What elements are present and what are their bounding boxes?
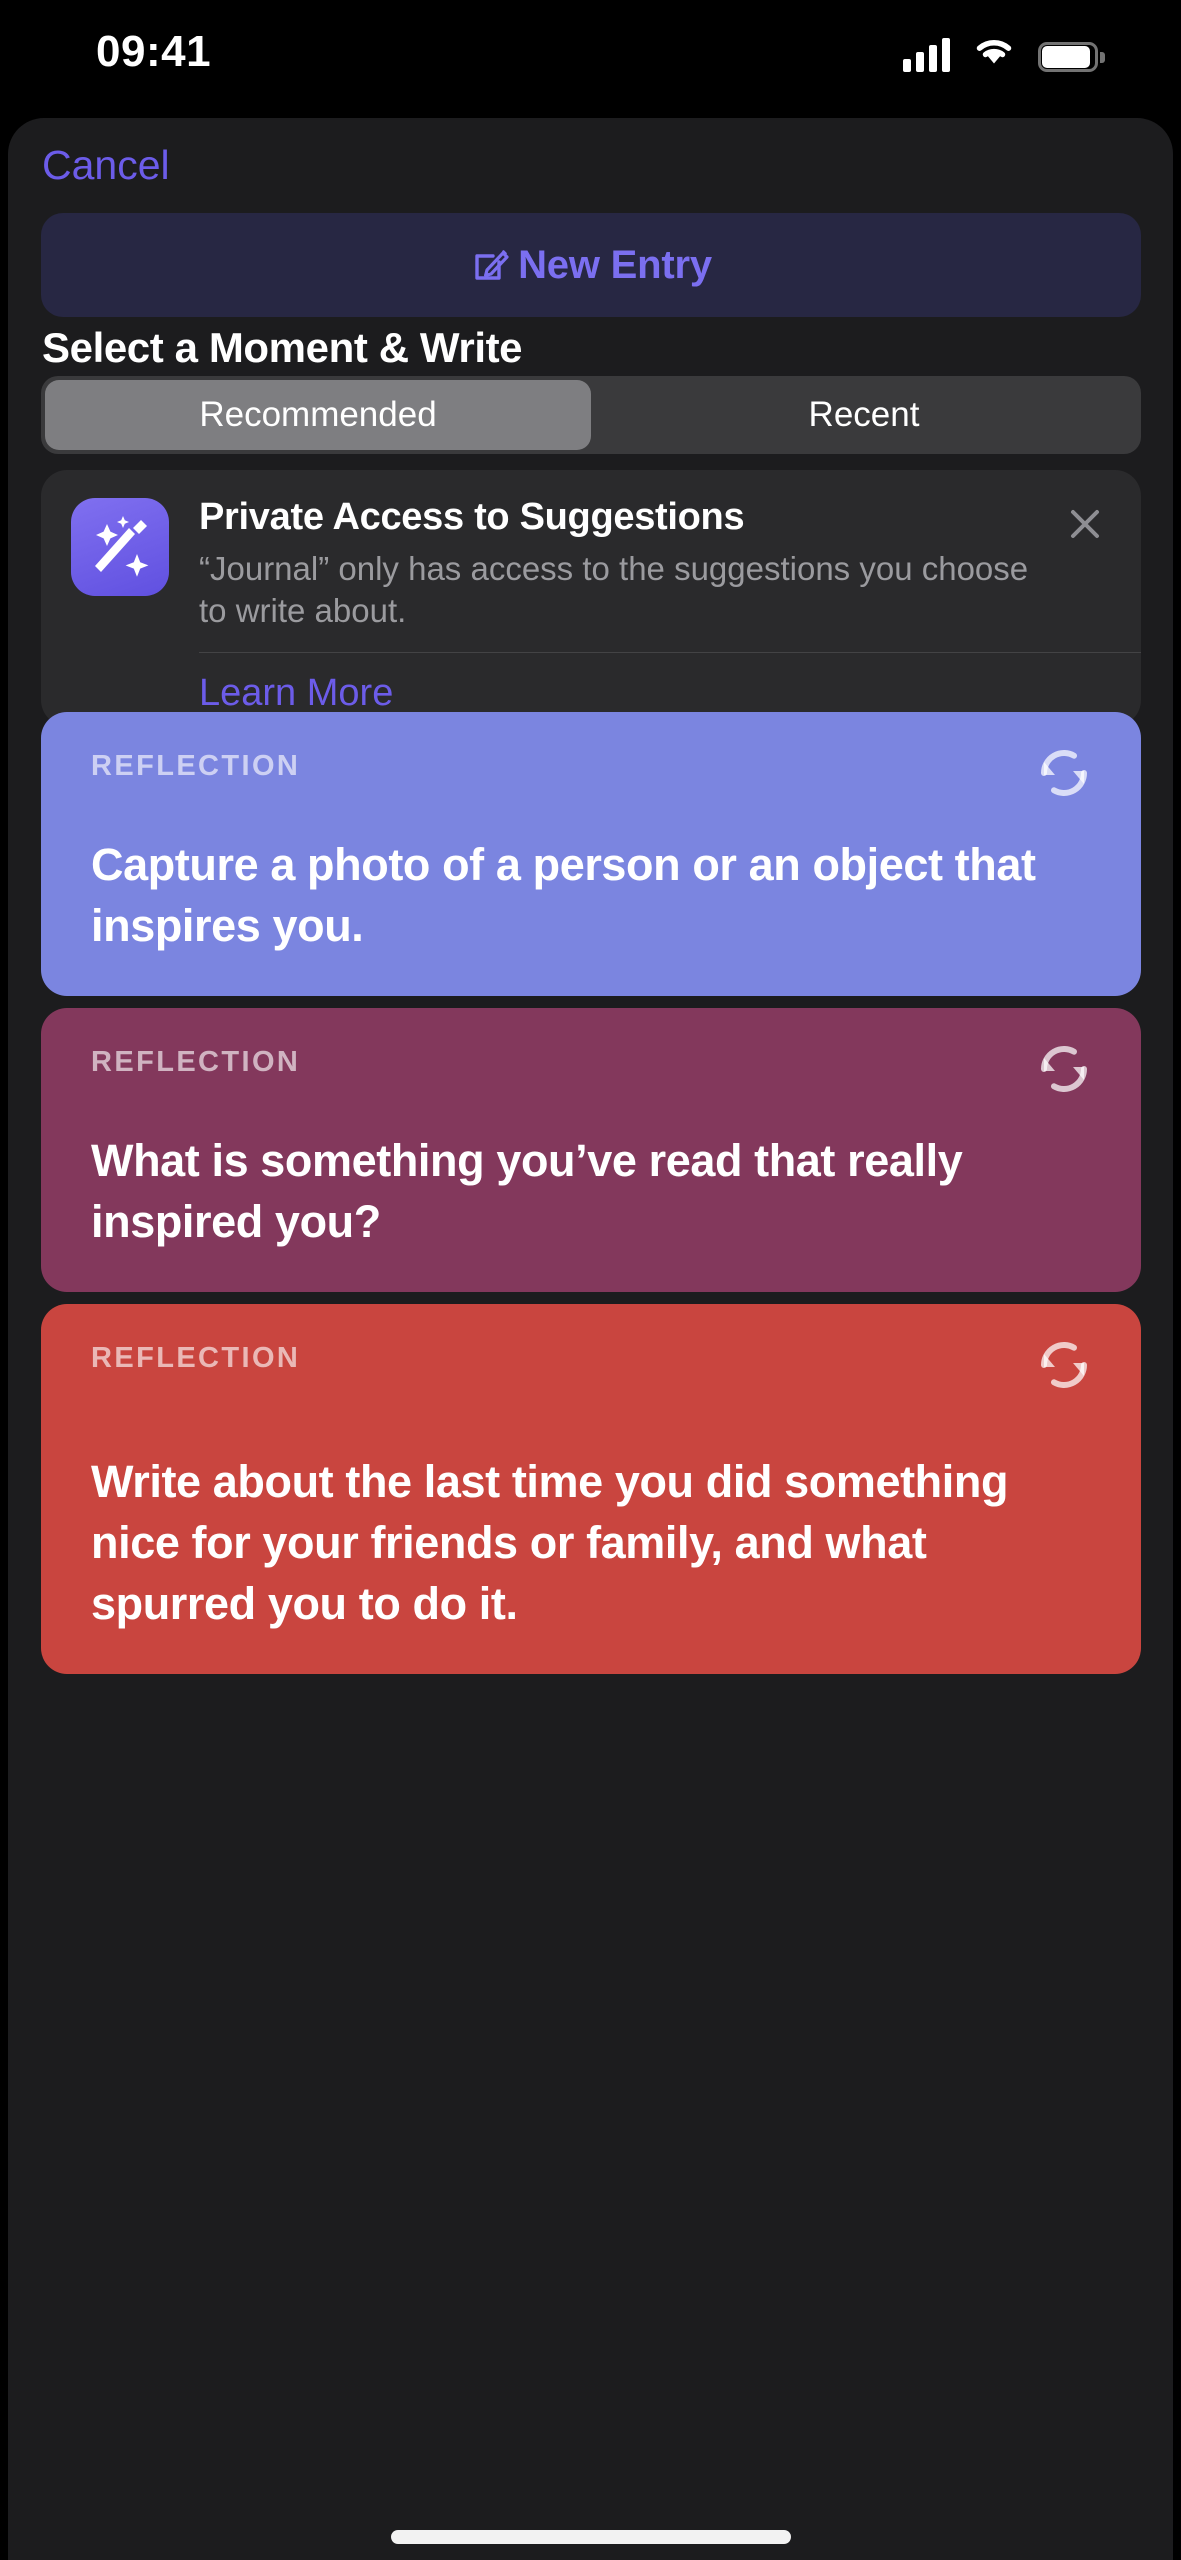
segment-recent[interactable]: Recent — [591, 380, 1137, 450]
learn-more-button[interactable]: Learn More — [199, 672, 393, 715]
cellular-bars-icon — [903, 38, 950, 72]
home-indicator — [390, 2530, 791, 2544]
square-and-pencil-icon — [470, 243, 512, 288]
private-access-title: Private Access to Suggestions — [199, 496, 745, 538]
section-title: Select a Moment & Write — [42, 324, 523, 371]
card-text: Capture a photo of a person or an object… — [91, 839, 1036, 951]
status-bar: 09:41 — [0, 0, 1181, 118]
close-icon[interactable] — [1063, 502, 1107, 546]
wifi-icon — [972, 33, 1016, 72]
battery-icon — [1038, 42, 1105, 72]
status-bar-icons — [903, 28, 1105, 72]
refresh-icon[interactable] — [1031, 740, 1097, 806]
refresh-icon[interactable] — [1031, 1332, 1097, 1398]
suggestion-card[interactable]: REFLECTION Capture a photo of a person o… — [41, 712, 1141, 996]
new-entry-button[interactable]: New Entry — [41, 213, 1141, 317]
moment-source-segmented-control[interactable]: Recommended Recent — [41, 376, 1141, 454]
card-text: Write about the last time you did someth… — [91, 1456, 1009, 1629]
card-kicker: REFLECTION — [91, 1046, 301, 1078]
suggestion-card[interactable]: REFLECTION Write about the last time you… — [41, 1304, 1141, 1674]
magic-wand-sparkles-icon — [71, 498, 169, 596]
card-kicker: REFLECTION — [91, 1342, 301, 1374]
private-access-body: “Journal” only has access to the suggest… — [199, 550, 1029, 629]
suggestion-card[interactable]: REFLECTION What is something you’ve read… — [41, 1008, 1141, 1292]
status-bar-time: 09:41 — [96, 27, 212, 76]
segment-recommended[interactable]: Recommended — [45, 380, 591, 450]
new-entry-label: New Entry — [518, 242, 712, 287]
card-text: What is something you’ve read that reall… — [91, 1135, 963, 1247]
cancel-button[interactable]: Cancel — [42, 142, 170, 189]
journal-suggestions-sheet: Cancel New Entry Select a Moment & Write… — [8, 118, 1173, 2560]
card-kicker: REFLECTION — [91, 750, 301, 782]
private-access-card: Private Access to Suggestions “Journal” … — [41, 470, 1141, 726]
refresh-icon[interactable] — [1031, 1036, 1097, 1102]
card-divider — [199, 652, 1141, 653]
